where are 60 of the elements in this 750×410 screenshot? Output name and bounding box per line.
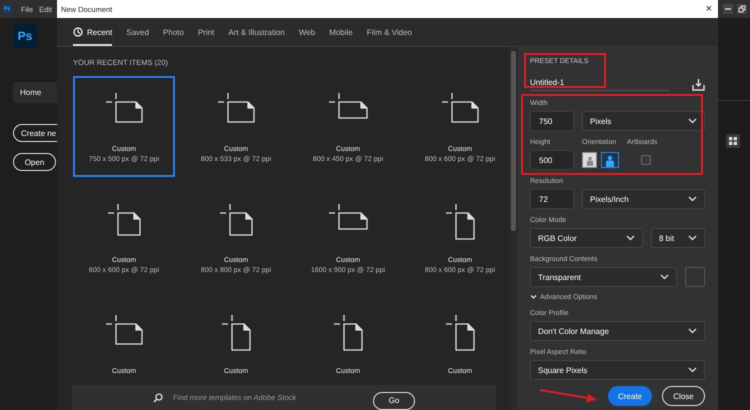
tab[interactable]: Saved bbox=[126, 18, 150, 46]
document-icon bbox=[327, 203, 369, 231]
open-button[interactable]: Open bbox=[13, 153, 56, 171]
color-profile-dropdown[interactable]: Don't Color Manage bbox=[530, 321, 705, 341]
document-icon bbox=[444, 203, 476, 241]
unit-dropdown[interactable]: Pixels bbox=[582, 111, 705, 131]
document-icon bbox=[218, 203, 254, 237]
minimize-icon[interactable] bbox=[723, 4, 733, 14]
clock-icon bbox=[73, 27, 83, 37]
person-icon bbox=[605, 155, 615, 167]
bit-depth-dropdown[interactable]: 8 bit bbox=[651, 228, 705, 248]
create-button[interactable]: Create bbox=[608, 386, 652, 406]
chevron-icon bbox=[688, 196, 697, 202]
restore-icon[interactable] bbox=[737, 4, 747, 14]
color-swatch[interactable] bbox=[685, 267, 705, 287]
tab[interactable]: Mobile bbox=[329, 18, 353, 46]
sidebar-item[interactable]: Home bbox=[13, 82, 57, 103]
person-icon bbox=[586, 155, 594, 167]
tab[interactable]: Web bbox=[298, 18, 316, 46]
artboards-checkbox[interactable] bbox=[641, 155, 651, 165]
go-button[interactable]: Go bbox=[373, 392, 415, 410]
background-dropdown[interactable]: Transparent bbox=[530, 267, 677, 287]
document-icon bbox=[216, 92, 256, 124]
tab[interactable]: Photo bbox=[163, 18, 184, 46]
landscape-button[interactable] bbox=[601, 152, 619, 168]
app-logo: Ps bbox=[13, 24, 37, 48]
document-icon bbox=[104, 314, 144, 346]
chevron-icon bbox=[688, 367, 697, 373]
color-mode-dropdown[interactable]: RGB Color bbox=[530, 228, 643, 248]
height-field[interactable]: 500 bbox=[530, 150, 574, 170]
chevron-icon bbox=[688, 118, 697, 124]
tab[interactable]: Art & Illustration bbox=[228, 18, 285, 46]
search-icon bbox=[153, 392, 163, 402]
resolution-unit-dropdown[interactable]: Pixels/Inch bbox=[582, 189, 705, 209]
grid-view-icon[interactable] bbox=[726, 134, 740, 148]
chevron-icon bbox=[626, 235, 635, 241]
chevron-icon bbox=[688, 235, 697, 241]
save-preset-icon[interactable] bbox=[692, 78, 705, 90]
tab[interactable]: Film & Video bbox=[366, 18, 412, 46]
document-icon bbox=[440, 92, 480, 124]
document-icon bbox=[444, 314, 476, 352]
document-icon bbox=[332, 314, 364, 352]
pixel-aspect-dropdown[interactable]: Square Pixels bbox=[530, 360, 705, 380]
portrait-button[interactable] bbox=[582, 152, 597, 168]
annotation-arrow bbox=[538, 387, 598, 403]
document-icon bbox=[106, 203, 142, 237]
tab[interactable]: Recent bbox=[73, 18, 112, 46]
document-icon bbox=[104, 92, 144, 124]
chevron-icon bbox=[660, 274, 669, 280]
chevron-icon bbox=[530, 294, 537, 300]
scrollbar[interactable] bbox=[509, 47, 518, 410]
document-icon bbox=[220, 314, 252, 352]
close-button[interactable]: × bbox=[706, 3, 712, 15]
preset-name-field[interactable]: Untitled-1 bbox=[530, 78, 670, 90]
close-button[interactable]: Close bbox=[662, 386, 705, 406]
resolution-field[interactable]: 72 bbox=[530, 189, 574, 209]
width-field[interactable]: 750 bbox=[530, 111, 574, 131]
chevron-icon bbox=[688, 328, 697, 334]
document-icon bbox=[327, 92, 369, 120]
tab[interactable]: Print bbox=[198, 18, 214, 46]
